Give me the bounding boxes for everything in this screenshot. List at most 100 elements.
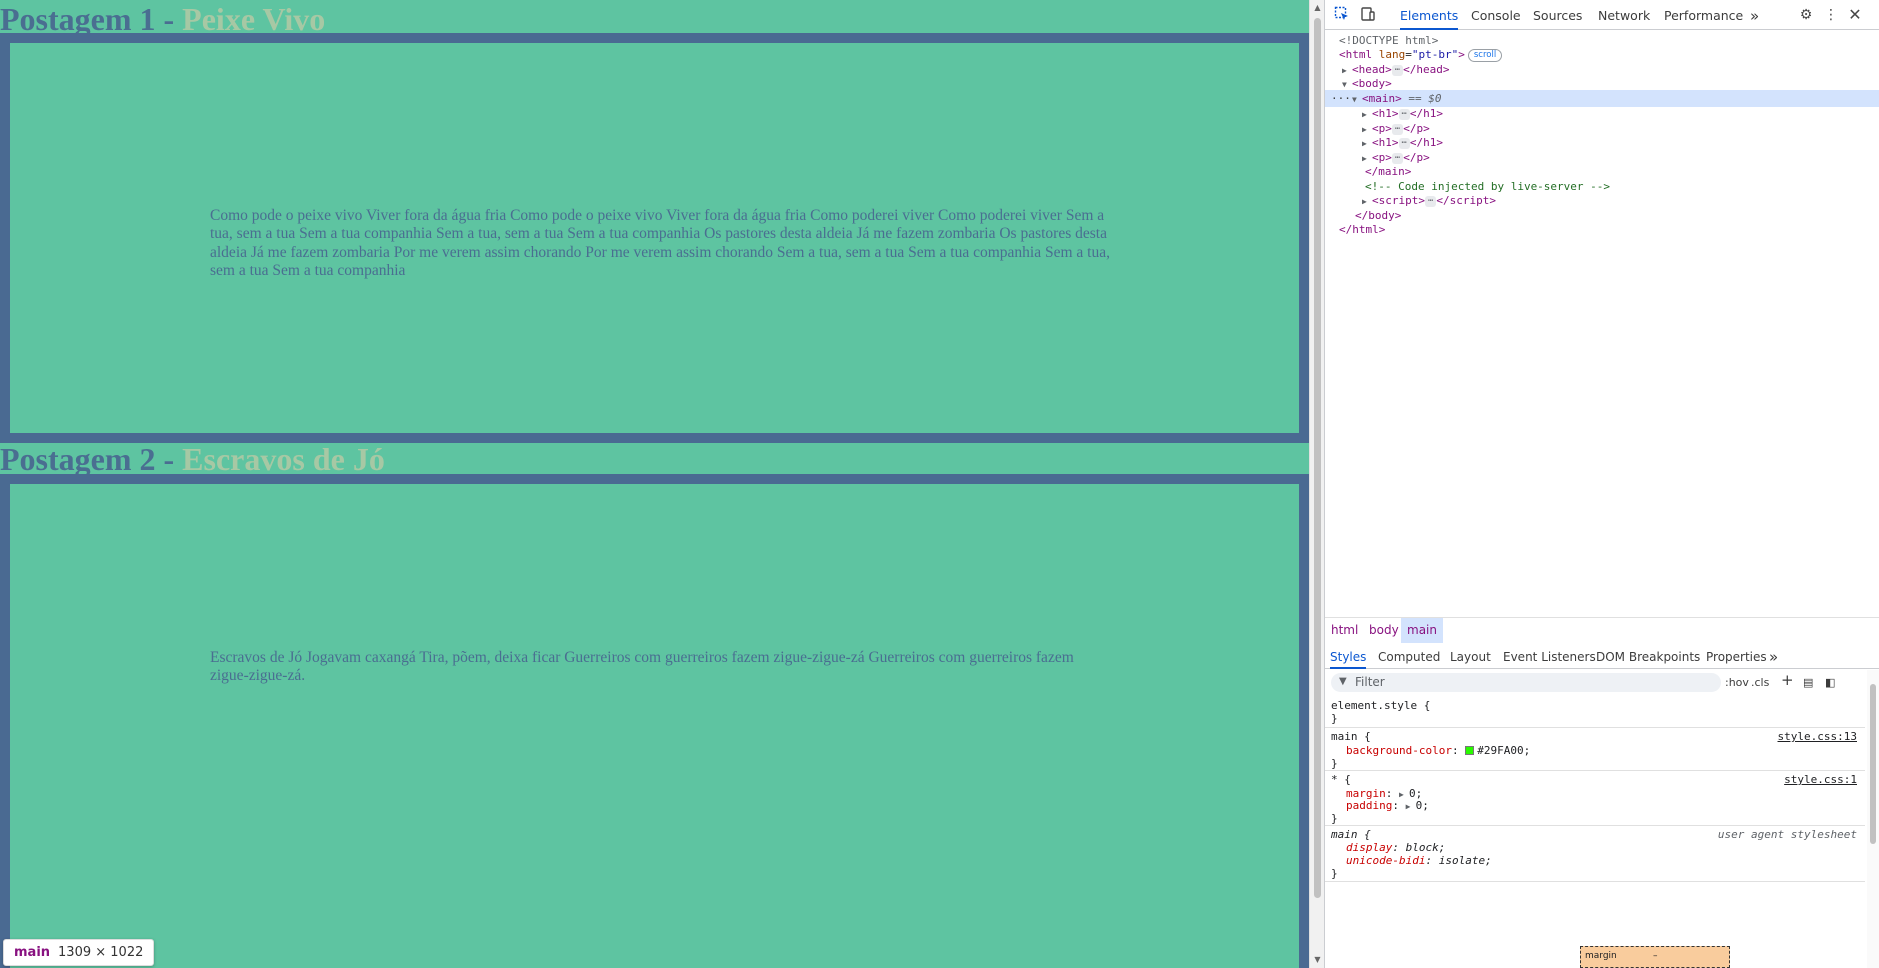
device-toolbar-icon[interactable] xyxy=(1359,6,1377,24)
post-1-title-dash: - xyxy=(155,1,183,37)
cls-button[interactable]: .cls xyxy=(1751,675,1769,691)
tab-computed[interactable]: Computed xyxy=(1378,645,1440,669)
main-close-tag: main xyxy=(1378,165,1405,178)
rule-user-agent: main { user agent stylesheet display: bl… xyxy=(1325,826,1865,882)
main-value: #29FA00; xyxy=(1477,744,1531,757)
rule-close: } xyxy=(1331,712,1338,725)
unicode-bidi-prop: unicode-bidi xyxy=(1346,854,1426,867)
devtools-toolbar: Elements Console Sources Network Perform… xyxy=(1325,0,1879,30)
styles-filter-bar: Filter ▼ :hov .cls + ▤ ◧ xyxy=(1325,670,1879,696)
tab-sources[interactable]: Sources xyxy=(1533,0,1582,30)
styles-scrollbar-thumb[interactable] xyxy=(1870,684,1876,844)
tab-performance[interactable]: Performance xyxy=(1664,0,1743,30)
display-declaration: display: block; xyxy=(1346,841,1446,854)
script-close-tag: script xyxy=(1449,194,1490,207)
html-tag: html xyxy=(1345,48,1373,61)
post-1-text: Como pode o peixe vivo Viver fora da águ… xyxy=(210,207,1110,279)
post-2-paragraph-box: Escravos de Jó Jogavam caxangá Tira, põe… xyxy=(0,474,1309,968)
gear-icon[interactable]: ⚙ xyxy=(1797,6,1815,24)
main-prop: background-color xyxy=(1346,744,1452,757)
more-styles-tabs-icon[interactable]: » xyxy=(1769,645,1778,669)
html-lang-attr: lang xyxy=(1378,48,1406,61)
post-2-title-prefix: Postagem 2 xyxy=(0,441,156,477)
hov-button[interactable]: :hov xyxy=(1725,675,1749,691)
html-lang-value: "pt-br" xyxy=(1411,48,1459,61)
post-1-title-subject: Peixe Vivo xyxy=(182,1,326,37)
styles-tabbar: Styles Computed Layout Event Listeners D… xyxy=(1325,645,1879,669)
paint-brush-icon[interactable]: ▤ xyxy=(1803,675,1813,691)
main-selector[interactable]: main { xyxy=(1331,730,1371,744)
script-ellipsis[interactable]: ⋯ xyxy=(1425,196,1437,207)
tooltip-tag-name: main xyxy=(14,945,51,960)
ua-source: user agent stylesheet xyxy=(1717,828,1857,841)
rule-close: } xyxy=(1331,757,1338,770)
scroll-up-arrow-icon[interactable]: ▲ xyxy=(1313,2,1322,14)
scroll-badge[interactable]: scroll xyxy=(1467,49,1503,62)
styles-filter-input[interactable]: Filter xyxy=(1331,673,1721,692)
tab-console[interactable]: Console xyxy=(1471,0,1521,30)
more-tabs-icon[interactable]: » xyxy=(1750,0,1759,30)
element-size-tooltip: main 1309 × 1022 xyxy=(3,939,155,966)
tab-elements[interactable]: Elements xyxy=(1400,0,1459,30)
color-swatch[interactable] xyxy=(1465,746,1475,755)
universal-source-link[interactable]: style.css:1 xyxy=(1784,773,1857,787)
close-icon[interactable]: ✕ xyxy=(1846,6,1864,24)
add-rule-icon[interactable]: + xyxy=(1781,672,1794,688)
head-close-tag: head xyxy=(1416,63,1443,76)
page-scrollbar-thumb[interactable] xyxy=(1314,18,1321,898)
expanded-triangle-icon[interactable]: ▼ xyxy=(1352,91,1362,108)
tab-network[interactable]: Network xyxy=(1598,0,1650,30)
element-style-selector[interactable]: element.style { xyxy=(1331,699,1430,713)
script-open-tag: script xyxy=(1378,194,1419,207)
page-viewport: Postagem 1 - Peixe Vivo Como pode o peix… xyxy=(0,0,1309,968)
main-declaration[interactable]: background-color: #29FA00; xyxy=(1346,744,1530,758)
breadcrumb: html body main xyxy=(1325,617,1879,643)
tab-layout[interactable]: Layout xyxy=(1450,645,1491,669)
tab-styles[interactable]: Styles xyxy=(1330,645,1367,669)
post-2-title: Postagem 2 - Escravos de Jó xyxy=(0,440,385,478)
tab-event-listeners[interactable]: Event Listeners xyxy=(1503,645,1596,669)
rule-close: } xyxy=(1331,812,1338,825)
row-dots-icon[interactable]: ··· xyxy=(1325,90,1352,107)
styles-scrollbar[interactable] xyxy=(1867,670,1879,968)
dom-tree: <!DOCTYPE html> <html lang="pt-br"> scrol… xyxy=(1325,32,1879,614)
unicode-bidi-value: isolate; xyxy=(1438,854,1492,867)
child-ellipsis[interactable]: ⋯ xyxy=(1398,138,1410,149)
html-close-tag: html xyxy=(1352,223,1379,236)
tab-properties[interactable]: Properties xyxy=(1706,645,1767,669)
inspect-element-icon[interactable] xyxy=(1333,6,1351,24)
kebab-menu-icon[interactable]: ⋮ xyxy=(1822,6,1840,24)
rule-close: } xyxy=(1331,867,1338,880)
box-model-label: margin xyxy=(1585,951,1617,961)
breadcrumb-main[interactable]: main xyxy=(1401,618,1443,643)
main-source-link[interactable]: style.css:13 xyxy=(1778,730,1857,744)
child-close-tag: h1 xyxy=(1423,107,1437,120)
post-2-title-subject: Escravos de Jó xyxy=(182,441,385,477)
body-open-tag: body xyxy=(1358,77,1386,90)
head-ellipsis[interactable]: ⋯ xyxy=(1391,65,1404,76)
dom-html-close[interactable]: </html> xyxy=(1339,221,1385,238)
universal-selector[interactable]: * { xyxy=(1331,773,1351,787)
child-ellipsis[interactable]: ⋯ xyxy=(1398,109,1410,120)
post-1-title-prefix: Postagem 1 xyxy=(0,1,156,37)
padding-declaration[interactable]: padding: ▶ 0; xyxy=(1346,799,1429,814)
devtools-panel: Elements Console Sources Network Perform… xyxy=(1324,0,1879,968)
filter-icon: ▼ xyxy=(1339,676,1347,687)
box-model-margin: margin – xyxy=(1580,946,1730,968)
breadcrumb-body[interactable]: body xyxy=(1363,618,1405,643)
selected-marker: == $0 xyxy=(1408,92,1442,105)
scroll-down-arrow-icon[interactable]: ▼ xyxy=(1313,954,1322,966)
ua-selector: main { xyxy=(1331,828,1371,841)
child-tag: h1 xyxy=(1378,107,1392,120)
post-2-title-dash: - xyxy=(155,441,183,477)
page-scrollbar[interactable]: ▲ ▼ xyxy=(1309,0,1324,968)
rule-element-style: element.style { } xyxy=(1325,698,1865,728)
expand-triangle-icon[interactable]: ▶ xyxy=(1406,800,1416,814)
main-open-tag: main xyxy=(1368,92,1396,105)
sidebar-toggle-icon[interactable]: ◧ xyxy=(1825,675,1835,691)
padding-prop: padding xyxy=(1346,799,1393,812)
tooltip-size: 1309 × 1022 xyxy=(58,945,144,960)
tab-dom-breakpoints[interactable]: DOM Breakpoints xyxy=(1596,645,1700,669)
unicode-bidi-declaration: unicode-bidi: isolate; xyxy=(1346,854,1492,867)
breadcrumb-html[interactable]: html xyxy=(1325,618,1364,643)
